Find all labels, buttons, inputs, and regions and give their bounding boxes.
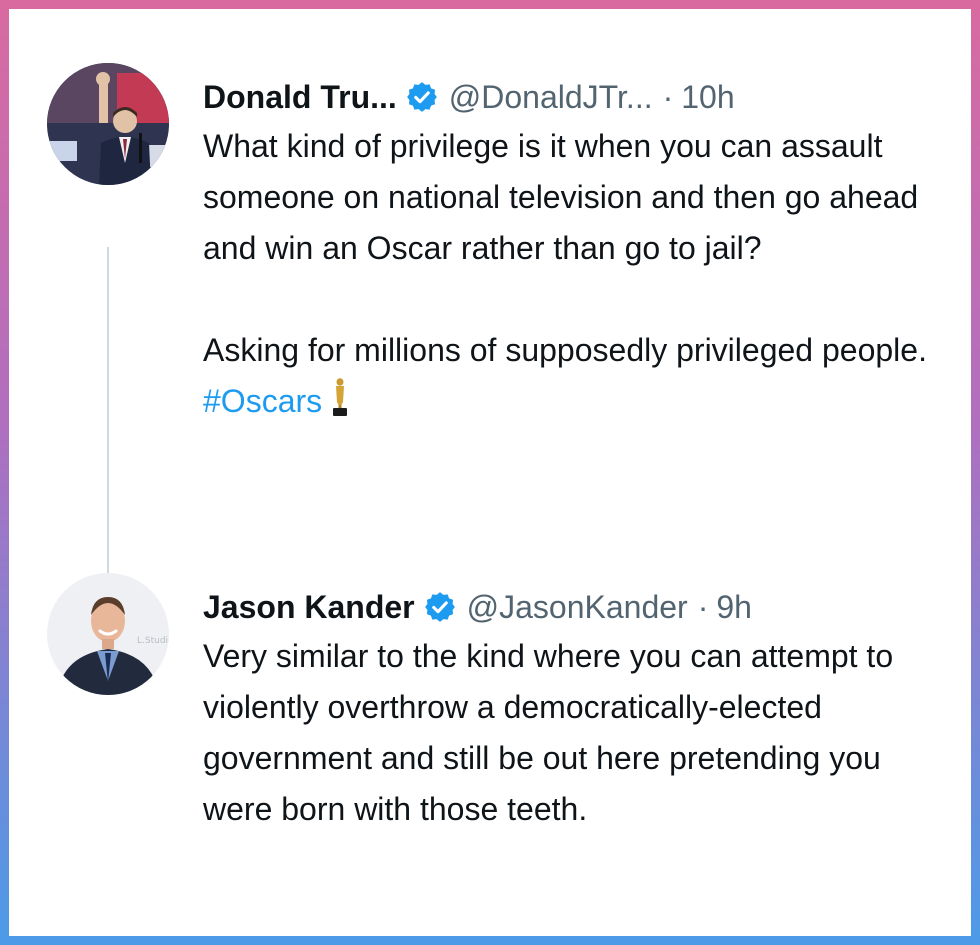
author-handle[interactable]: @JasonKander (467, 589, 688, 626)
tweet-header: Donald Tru... @DonaldJTr... · 10h (203, 75, 735, 119)
author-handle[interactable]: @DonaldJTr... (449, 79, 653, 116)
verified-badge-icon (406, 82, 437, 112)
thread-line (107, 247, 109, 603)
tweet-header: Jason Kander @JasonKander · 9h (203, 585, 752, 629)
avatar-image: L.Studio (47, 573, 169, 695)
tweet-text: What kind of privilege is it when you ca… (203, 121, 953, 427)
avatar-image (47, 63, 169, 185)
timestamp[interactable]: 10h (681, 79, 734, 116)
tweet-paragraph: Very similar to the kind where you can a… (203, 638, 894, 827)
verified-badge-icon (424, 592, 455, 622)
separator-dot: · (662, 78, 674, 115)
tweet-paragraph: What kind of privilege is it when you ca… (203, 128, 919, 266)
timestamp[interactable]: 9h (716, 589, 752, 626)
separator-dot: · (697, 588, 709, 625)
tweet-paragraph-text: Asking for millions of supposedly privil… (203, 332, 927, 368)
svg-text:L.Studio: L.Studio (137, 636, 169, 646)
author-name[interactable]: Donald Tru... (203, 79, 397, 116)
avatar[interactable] (47, 63, 169, 185)
author-name[interactable]: Jason Kander (203, 589, 415, 626)
oscar-statuette-icon (333, 378, 348, 416)
screenshot-card: Donald Tru... @DonaldJTr... · 10h What k… (9, 9, 971, 936)
hashtag-link[interactable]: #Oscars (203, 383, 322, 419)
tweet-text: Very similar to the kind where you can a… (203, 631, 953, 835)
tweet-paragraph: Asking for millions of supposedly privil… (203, 325, 953, 427)
avatar[interactable]: L.Studio (47, 573, 169, 695)
